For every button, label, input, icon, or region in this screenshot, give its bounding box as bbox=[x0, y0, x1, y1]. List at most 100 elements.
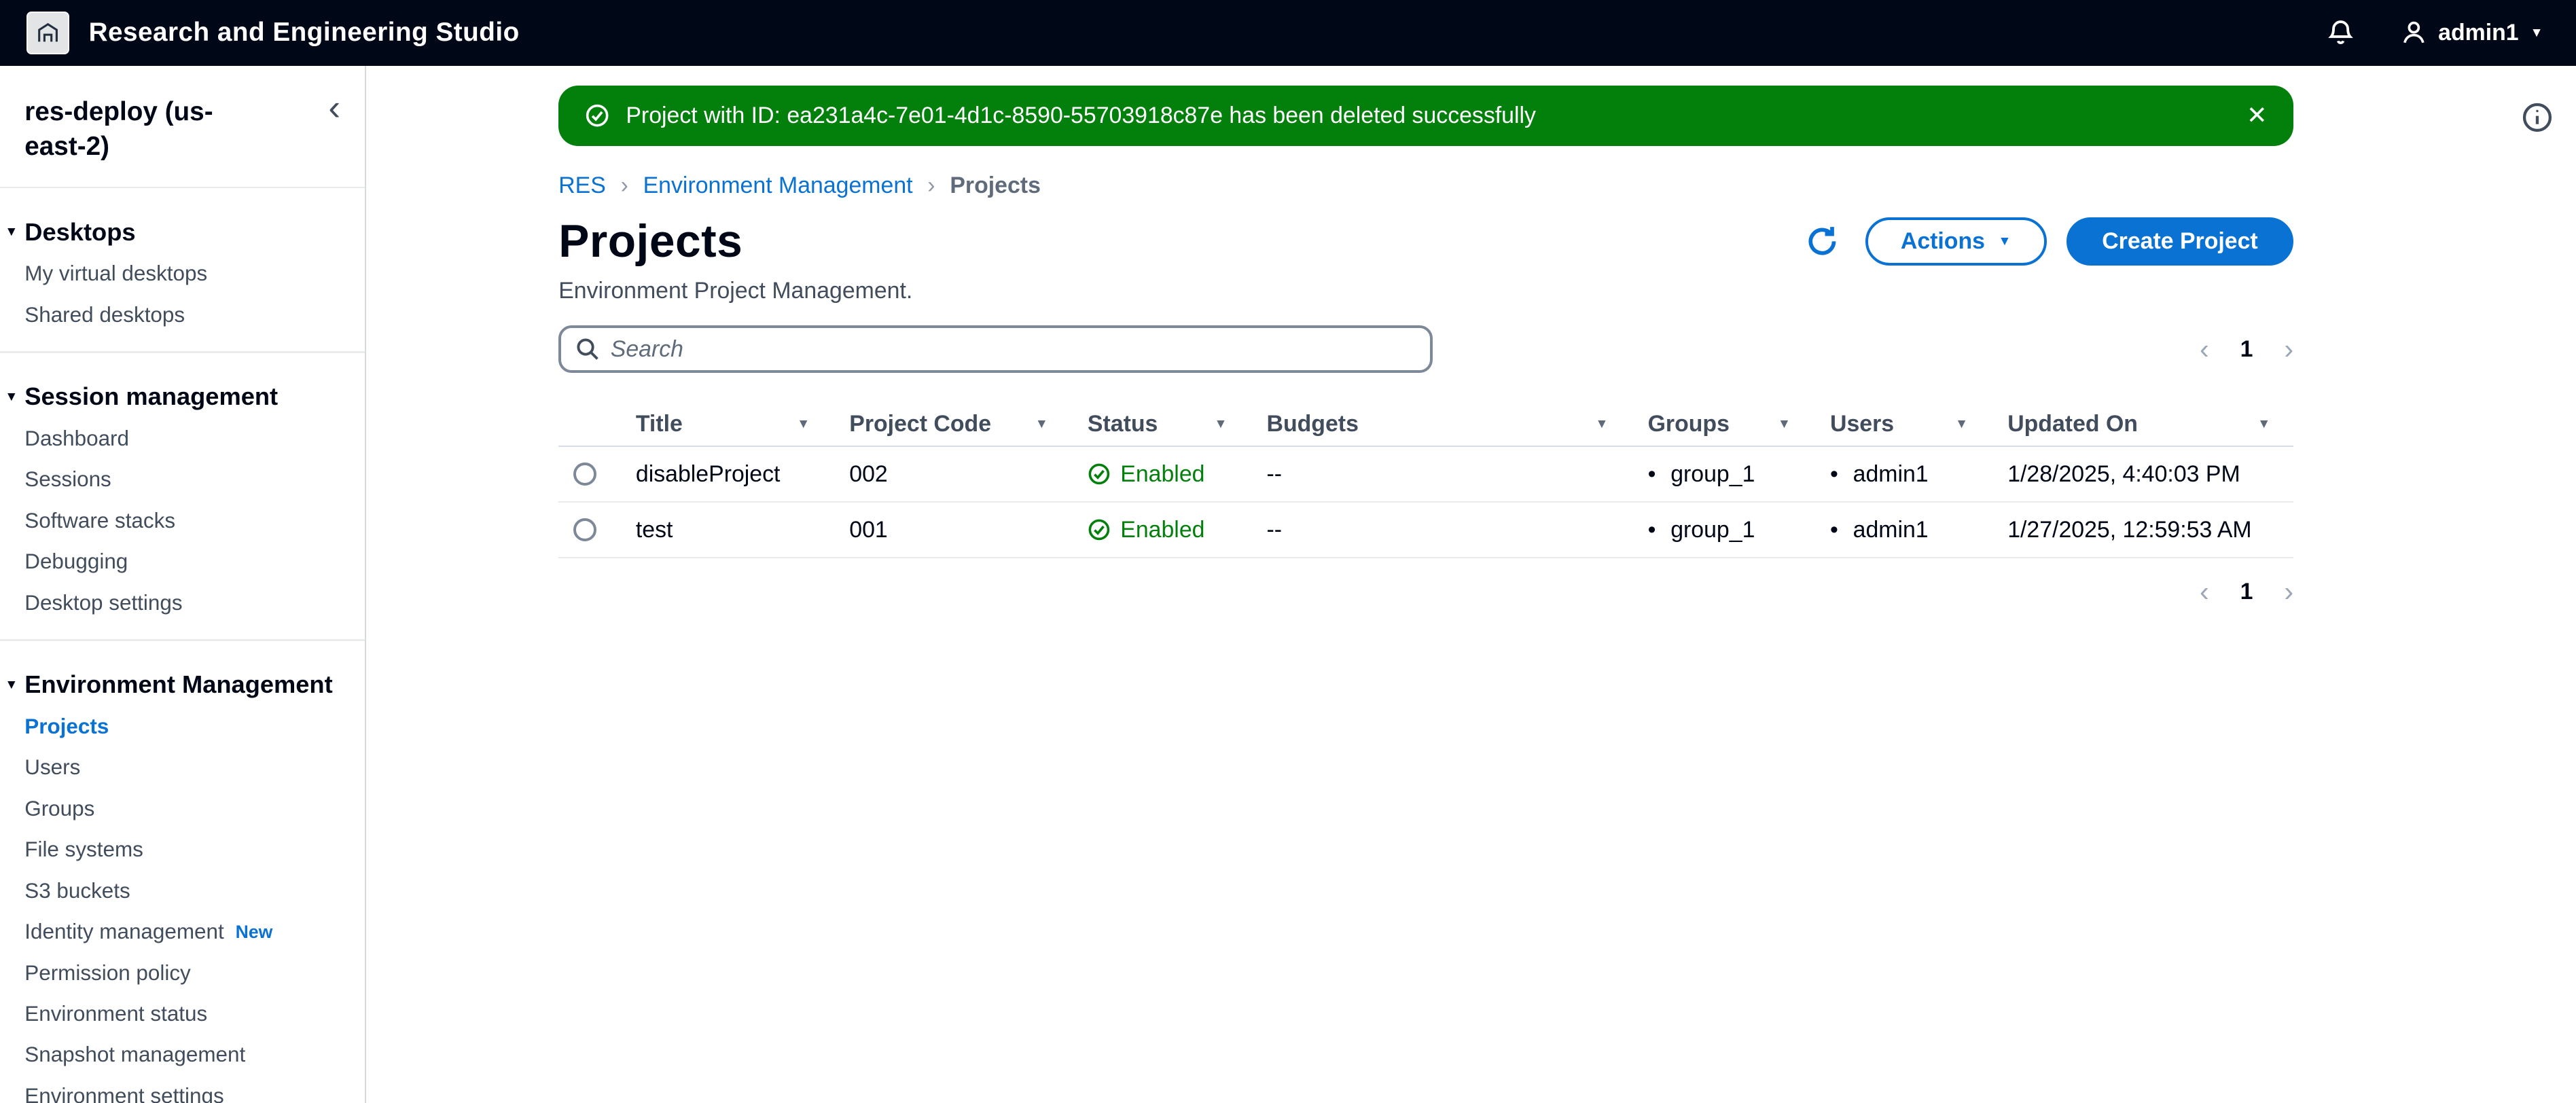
column-updated-on: Updated On ▼ bbox=[2007, 410, 2271, 437]
column-budgets: Budgets ▼ bbox=[1266, 410, 1609, 437]
deployment-title: res-deploy (us-east-2) bbox=[24, 97, 213, 161]
pagination-top: ‹ 1 › bbox=[2200, 335, 2293, 363]
divider bbox=[0, 351, 365, 353]
sidebar-item-desktop-settings[interactable]: Desktop settings bbox=[24, 590, 340, 617]
page-description: Environment Project Management. bbox=[558, 277, 913, 304]
cell-status: Enabled bbox=[1071, 461, 1251, 488]
section-environment-management[interactable]: ▼ Environment Management bbox=[5, 670, 340, 699]
sidebar-item-sessions[interactable]: Sessions bbox=[24, 467, 340, 493]
cell-users: • admin1 bbox=[1830, 516, 1929, 543]
close-icon[interactable]: ✕ bbox=[2247, 103, 2267, 128]
section-expand-icon: ▼ bbox=[5, 388, 18, 404]
page-title: Projects bbox=[558, 216, 743, 268]
sidebar-item-permission-policy[interactable]: Permission policy bbox=[24, 960, 340, 987]
sidebar-collapse-icon[interactable]: ‹ bbox=[328, 90, 340, 126]
cell-budgets: -- bbox=[1266, 516, 1283, 543]
actions-button[interactable]: Actions ▼ bbox=[1865, 217, 2047, 266]
column-status: Status ▼ bbox=[1087, 410, 1228, 437]
column-project-code: Project Code ▼ bbox=[849, 410, 1048, 437]
sidebar-item-my-virtual-desktops[interactable]: My virtual desktops bbox=[24, 261, 340, 287]
user-name: admin1 bbox=[2438, 19, 2519, 46]
section-expand-icon: ▼ bbox=[5, 224, 18, 240]
refresh-button[interactable] bbox=[1800, 219, 1846, 265]
chevron-right-icon: › bbox=[927, 172, 935, 198]
cell-groups: • group_1 bbox=[1647, 460, 1755, 487]
new-badge: New bbox=[235, 922, 273, 943]
column-filter-icon[interactable]: ▼ bbox=[1595, 416, 1608, 432]
page-number[interactable]: 1 bbox=[2240, 336, 2253, 363]
sidebar-item-projects[interactable]: Projects bbox=[24, 714, 340, 740]
row-radio-button[interactable] bbox=[573, 518, 596, 542]
info-icon[interactable] bbox=[2522, 102, 2553, 140]
res-logo-icon bbox=[26, 11, 69, 54]
side-navigation: res-deploy (us-east-2) ‹ ▼ Desktops My v… bbox=[0, 65, 367, 1103]
sidebar-item-environment-status[interactable]: Environment status bbox=[24, 1001, 340, 1028]
column-users: Users ▼ bbox=[1830, 410, 1969, 437]
previous-page-icon[interactable]: ‹ bbox=[2200, 335, 2209, 363]
column-filter-icon[interactable]: ▼ bbox=[1778, 416, 1791, 432]
divider bbox=[0, 639, 365, 641]
next-page-icon[interactable]: › bbox=[2284, 578, 2293, 606]
app-window: Research and Engineering Studio admin1 ▼ bbox=[0, 0, 2576, 1103]
column-filter-icon[interactable]: ▼ bbox=[1035, 416, 1048, 432]
sidebar-item-groups[interactable]: Groups bbox=[24, 796, 340, 822]
next-page-icon[interactable]: › bbox=[2284, 335, 2293, 363]
section-desktops[interactable]: ▼ Desktops bbox=[5, 218, 340, 247]
top-navigation: Research and Engineering Studio admin1 ▼ bbox=[0, 0, 2576, 66]
projects-table: Title ▼ Project Code ▼ Status ▼ Budgets … bbox=[558, 403, 2294, 559]
sidebar-item-identity-management[interactable]: Identity management New bbox=[24, 919, 340, 945]
search-icon bbox=[576, 338, 599, 361]
table-row: test 001 Enabled -- • group_1 • admin1 1… bbox=[558, 503, 2294, 559]
column-groups: Groups ▼ bbox=[1647, 410, 1791, 437]
cell-updated-on: 1/27/2025, 12:59:53 AM bbox=[2007, 516, 2252, 543]
sidebar-item-users[interactable]: Users bbox=[24, 755, 340, 781]
column-filter-icon[interactable]: ▼ bbox=[1214, 416, 1227, 432]
column-filter-icon[interactable]: ▼ bbox=[2257, 416, 2270, 432]
sidebar-item-shared-desktops[interactable]: Shared desktops bbox=[24, 302, 340, 329]
previous-page-icon[interactable]: ‹ bbox=[2200, 578, 2209, 606]
column-filter-icon[interactable]: ▼ bbox=[797, 416, 810, 432]
cell-budgets: -- bbox=[1266, 460, 1283, 487]
sidebar-item-snapshot-management[interactable]: Snapshot management bbox=[24, 1042, 340, 1068]
column-filter-icon[interactable]: ▼ bbox=[1955, 416, 1968, 432]
cell-users: • admin1 bbox=[1830, 460, 1929, 487]
row-radio-button[interactable] bbox=[573, 463, 596, 486]
sidebar-item-s3-buckets[interactable]: S3 buckets bbox=[24, 878, 340, 905]
success-check-icon bbox=[585, 103, 609, 128]
sidebar-item-software-stacks[interactable]: Software stacks bbox=[24, 508, 340, 535]
app-title[interactable]: Research and Engineering Studio bbox=[89, 18, 520, 48]
table-header-row: Title ▼ Project Code ▼ Status ▼ Budgets … bbox=[558, 403, 2294, 447]
status-enabled-icon bbox=[1088, 518, 1111, 541]
chevron-down-icon: ▼ bbox=[1998, 233, 2011, 249]
breadcrumb-res[interactable]: RES bbox=[558, 173, 606, 199]
user-menu[interactable]: admin1 ▼ bbox=[2401, 20, 2543, 46]
sidebar-item-dashboard[interactable]: Dashboard bbox=[24, 426, 340, 452]
cell-project-code: 002 bbox=[849, 460, 888, 487]
cell-status: Enabled bbox=[1071, 517, 1251, 543]
sidebar-item-debugging[interactable]: Debugging bbox=[24, 549, 340, 575]
select-all-column bbox=[558, 403, 619, 446]
page-number[interactable]: 1 bbox=[2240, 579, 2253, 605]
cell-title: test bbox=[635, 516, 673, 543]
user-icon bbox=[2401, 20, 2427, 46]
section-session-management[interactable]: ▼ Session management bbox=[5, 382, 340, 411]
cell-groups: • group_1 bbox=[1647, 516, 1755, 543]
cell-project-code: 001 bbox=[849, 516, 888, 543]
main-content: Project with ID: ea231a4c-7e01-4d1c-8590… bbox=[366, 65, 2576, 1103]
section-expand-icon: ▼ bbox=[5, 676, 18, 692]
sidebar-item-file-systems[interactable]: File systems bbox=[24, 837, 340, 863]
flash-message: Project with ID: ea231a4c-7e01-4d1c-8590… bbox=[626, 102, 1536, 128]
breadcrumb-projects: Projects bbox=[950, 172, 1041, 198]
table-row: disableProject 002 Enabled -- • group_1 … bbox=[558, 447, 2294, 503]
pagination-bottom: ‹ 1 › bbox=[2200, 578, 2293, 606]
create-project-button[interactable]: Create Project bbox=[2066, 217, 2294, 266]
chevron-right-icon: › bbox=[620, 172, 628, 198]
divider bbox=[0, 186, 365, 189]
notifications-bell-icon[interactable] bbox=[2327, 19, 2355, 47]
sidebar-item-environment-settings[interactable]: Environment settings bbox=[24, 1083, 340, 1103]
flash-success: Project with ID: ea231a4c-7e01-4d1c-8590… bbox=[558, 85, 2294, 147]
breadcrumb: RES › Environment Management › Projects bbox=[558, 173, 2293, 199]
search-input[interactable] bbox=[610, 336, 1416, 363]
breadcrumb-environment-management[interactable]: Environment Management bbox=[643, 173, 913, 199]
search-box bbox=[558, 325, 1433, 374]
